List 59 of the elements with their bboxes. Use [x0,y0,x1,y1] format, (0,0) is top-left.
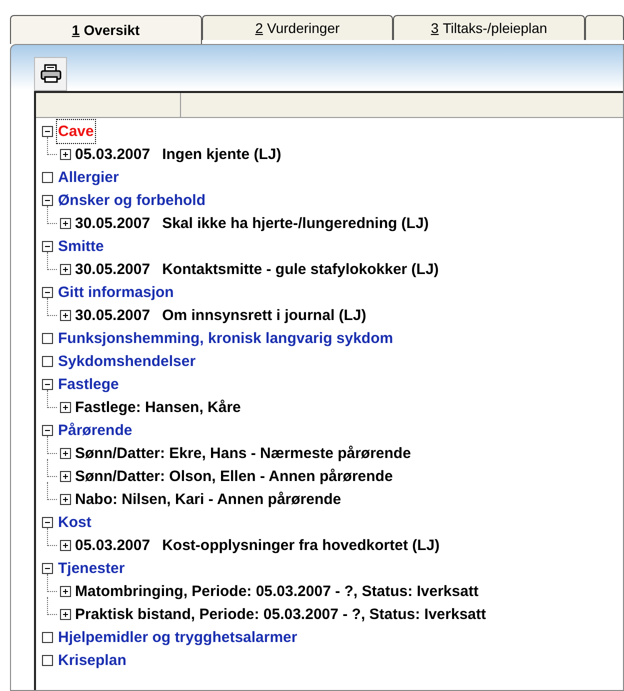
expand-icon[interactable] [60,471,71,482]
entry-text[interactable]: Om innsynsrett i journal (LJ) [162,304,366,327]
entry-text[interactable]: Kost-opplysninger fra hovedkortet (LJ) [162,534,440,557]
entry-text[interactable]: Fastlege: Hansen, Kåre [75,396,241,419]
tab[interactable]: 3 Tiltaks-/pleieplan [393,15,585,40]
collapse-icon[interactable] [42,241,53,252]
entry-text[interactable]: Sønn/Datter: Ekre, Hans - Nærmeste pårørende [75,442,411,465]
collapse-icon[interactable] [42,563,53,574]
empty-box-icon[interactable] [42,172,53,183]
category-label[interactable]: Ønsker og forbehold [57,189,207,212]
expand-icon[interactable] [60,540,71,551]
entry-date: 05.03.2007 [75,536,150,556]
category-label[interactable]: Smitte [57,235,105,258]
empty-box-icon[interactable] [42,333,53,344]
tab[interactable]: 2 Vurderinger [202,15,394,40]
entry-date: 30.05.2007 [75,260,150,280]
tab[interactable] [584,15,624,40]
entry-text[interactable]: Sønn/Datter: Olson, Ellen - Annen pårørende [75,465,393,488]
entry-text[interactable]: Ingen kjente (LJ) [162,143,282,166]
category-label[interactable]: Funksjonshemming, kronisk langvarig sykdom [57,327,394,350]
category-label[interactable]: Kost [57,511,92,534]
category-label[interactable]: Fastlege [57,373,120,396]
expand-icon[interactable] [60,494,71,505]
entry-text[interactable]: Matombringing, Periode: 05.03.2007 - ?, Status: Iverksatt [75,580,478,603]
entry-date: 30.05.2007 [75,214,150,234]
category-label[interactable]: Pårørende [57,419,134,442]
collapse-icon[interactable] [42,126,53,137]
expand-icon[interactable] [60,402,71,413]
category-label[interactable]: Tjenester [57,557,126,580]
collapse-icon[interactable] [42,425,53,436]
entry-date: 05.03.2007 [75,145,150,165]
print-button[interactable] [34,57,67,91]
collapse-icon[interactable] [42,379,53,390]
expand-icon[interactable] [60,264,71,275]
entry-text[interactable]: Kontaktsmitte - gule stafylokokker (LJ) [162,258,439,281]
expand-icon[interactable] [60,609,71,620]
expand-icon[interactable] [60,218,71,229]
category-label[interactable]: Sykdomshendelser [57,350,197,373]
printer-icon [40,64,62,84]
category-label[interactable]: Hjelpemidler og trygghetsalarmer [57,626,298,649]
category-label[interactable]: Cave [57,120,95,143]
entry-date: 30.05.2007 [75,306,150,326]
expand-icon[interactable] [60,149,71,160]
expand-icon[interactable] [60,586,71,597]
collapse-icon[interactable] [42,195,53,206]
entry-text[interactable]: Skal ikke ha hjerte-/lungeredning (LJ) [162,212,429,235]
expand-icon[interactable] [60,310,71,321]
category-label[interactable]: Gitt informasjon [57,281,175,304]
collapse-icon[interactable] [42,517,53,528]
empty-box-icon[interactable] [42,655,53,666]
empty-box-icon[interactable] [42,356,53,367]
entry-text[interactable]: Nabo: Nilsen, Kari - Annen pårørende [75,488,342,511]
category-label[interactable]: Allergier [57,166,120,189]
tab[interactable]: 1 Oversikt [10,15,202,44]
collapse-icon[interactable] [42,287,53,298]
category-label[interactable]: Kriseplan [57,649,128,672]
expand-icon[interactable] [60,448,71,459]
entry-text[interactable]: Praktisk bistand, Periode: 05.03.2007 - ?, Status: Iverksatt [75,603,486,626]
empty-box-icon[interactable] [42,632,53,643]
